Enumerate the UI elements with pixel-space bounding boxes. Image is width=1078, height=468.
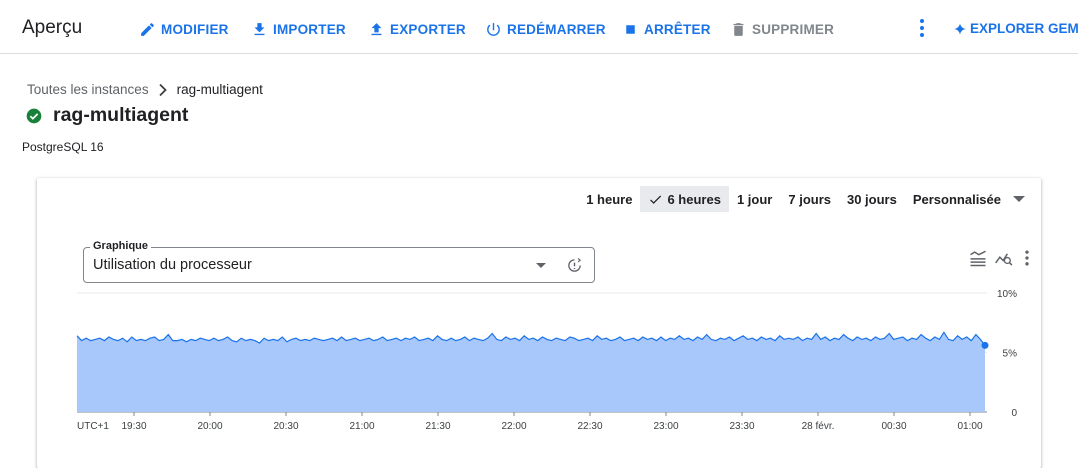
x-tick-label: 00:30 [881,421,906,432]
more-actions-icon[interactable] [913,18,931,38]
check-circle-icon [26,108,42,123]
breadcrumb-current: rag-multiagent [176,82,263,97]
x-tick-label: 21:00 [349,421,374,432]
import-button-label: IMPORTER [273,21,346,37]
x-tick-label: 23:00 [653,421,678,432]
series-last-point [981,341,989,349]
export-button[interactable]: EXPORTER [368,20,466,38]
restart-button-label: REDÉMARRER [507,21,606,37]
y-tick-label: 10% [997,289,1017,300]
trash-icon [733,22,744,36]
edit-button[interactable]: MODIFIER [139,20,229,38]
restart-button[interactable]: REDÉMARRER [485,20,606,38]
export-button-label: EXPORTER [390,21,466,37]
stop-button-label: ARRÊTER [644,21,711,37]
delete-button-label: SUPPRIMER [752,21,835,37]
x-tick-label: 21:30 [425,421,450,432]
x-tick-label: 01:00 [957,421,982,432]
y-tick-label: 5% [1003,349,1018,360]
x-tick-label: 20:00 [197,421,222,432]
series-area [77,332,985,412]
sparkle-icon [954,22,966,35]
download-icon [254,22,265,35]
x-tick-label: 23:30 [729,421,754,432]
breadcrumb: Toutes les instances rag-multiagent [27,82,263,97]
page-title: Aperçu [22,17,83,38]
power-icon [487,22,500,36]
y-tick-label: 0 [1011,408,1017,419]
x-timezone-label: UTC+1 [77,421,109,432]
instance-header: rag-multiagent [26,104,188,127]
x-tick-label: 19:30 [121,421,146,432]
x-tick-label: 20:30 [273,421,298,432]
breadcrumb-all-instances[interactable]: Toutes les instances [27,82,149,97]
instance-name: rag-multiagent [53,104,189,126]
import-button[interactable]: IMPORTER [251,20,346,38]
instance-engine: PostgreSQL 16 [22,140,104,154]
x-tick-label: 22:00 [501,421,526,432]
explore-gemini-button[interactable]: EXPLORER GEMINI [953,21,1078,36]
stop-button[interactable]: ARRÊTER [622,20,711,38]
stop-icon [626,24,635,34]
delete-button[interactable]: SUPPRIMER [730,20,834,38]
edit-button-label: MODIFIER [161,21,229,37]
toolbar: Aperçu MODIFIER IMPORTER EXPORTER REDÉMA… [0,0,1078,54]
cpu-chart: 0 5% 10% UTC+1 19:30 20:00 20:30 21:00 21:30 22:0… [76,289,1018,432]
upload-icon [371,22,382,35]
pencil-icon [141,22,154,36]
x-tick-label: 28 févr. [802,421,835,432]
explore-gemini-label: EXPLORER GEMINI [970,21,1078,36]
chevron-right-icon [158,83,167,96]
metrics-card: 1 heure 6 heures 1 jour 7 jours 30 jours… [37,178,1041,468]
x-tick-label: 22:30 [577,421,602,432]
